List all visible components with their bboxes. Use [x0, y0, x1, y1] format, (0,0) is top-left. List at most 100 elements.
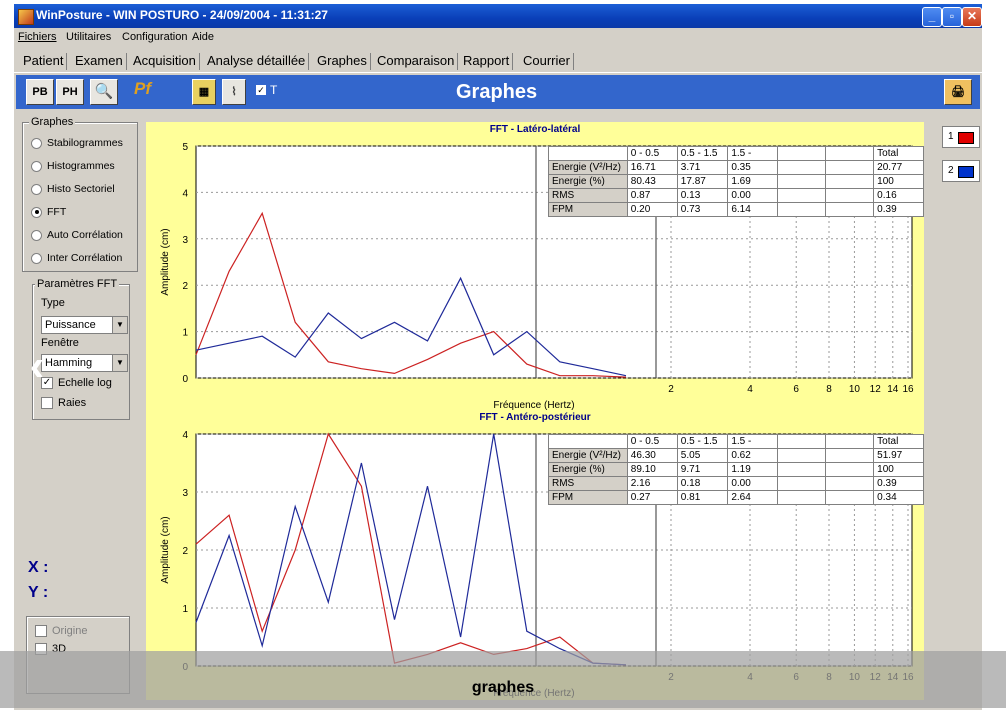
table-cell	[824, 462, 875, 477]
table-cell: 0.16	[873, 188, 924, 203]
origin-checkbox[interactable]: Origine	[35, 625, 88, 638]
table-header-cell: 0 - 0.5	[626, 434, 678, 449]
tab-examen[interactable]: Examen	[72, 53, 127, 70]
x-tick-label: 8	[826, 384, 832, 395]
x-tick-label: 16	[902, 384, 914, 395]
table-cell	[776, 476, 826, 491]
tab-comparaison[interactable]: Comparaison	[374, 53, 459, 70]
table-row: Energie (%) 80.43 17.87 1.69 100	[548, 174, 924, 189]
table-header-cell: 1.5 -	[727, 146, 778, 161]
checkbox-box[interactable]	[35, 625, 47, 638]
radio-fft[interactable]: FFT	[31, 206, 66, 218]
radio-inter-correlation[interactable]: Inter Corrélation	[31, 252, 122, 264]
tab-acquisition[interactable]: Acquisition	[130, 53, 200, 70]
raies-checkbox[interactable]: Raies	[41, 397, 86, 410]
table-cell	[824, 202, 875, 217]
printer-icon: 🖨	[951, 86, 965, 98]
table-cell	[776, 490, 826, 505]
table-cell	[824, 160, 875, 175]
chevron-down-icon[interactable]: ▼	[112, 317, 127, 333]
table-cell: 51.97	[873, 448, 924, 463]
x-readout: X :	[28, 559, 49, 576]
tab-rapport[interactable]: Rapport	[460, 53, 514, 70]
table-cell: 89.10	[626, 462, 678, 477]
ph-button[interactable]: PH	[56, 79, 84, 105]
tab-bar: Patient Examen Acquisition Analyse détai…	[14, 48, 982, 73]
maximize-button[interactable]: ▫	[942, 7, 962, 27]
type-select[interactable]: Puissance ▼	[41, 316, 128, 334]
app-window: WinPosture - WIN POSTURO - 24/09/2004 - …	[14, 4, 982, 710]
next-arrow-icon[interactable]: ›	[976, 336, 1002, 396]
radio-auto-correlation[interactable]: Auto Corrélation	[31, 229, 123, 241]
radio-histo-sectoriel[interactable]: Histo Sectoriel	[31, 183, 115, 195]
y-tick-label: 5	[182, 142, 188, 153]
prev-arrow-icon[interactable]: ‹	[24, 336, 50, 396]
table-cell: 1.19	[727, 462, 778, 477]
t-checkbox[interactable]: ✓	[256, 85, 266, 95]
radio-dot[interactable]	[31, 229, 42, 241]
close-button[interactable]: ✕	[962, 7, 982, 27]
table-header-cell	[824, 434, 875, 449]
series-1-swatch	[958, 132, 974, 144]
tab-patient[interactable]: Patient	[20, 53, 68, 70]
zoom-button[interactable]: 🔍	[90, 79, 118, 105]
table-cell: 0.34	[873, 490, 924, 505]
pb-button[interactable]: PB	[26, 79, 54, 105]
x-tick-label: 6	[793, 384, 799, 395]
title-bar[interactable]: WinPosture - WIN POSTURO - 24/09/2004 - …	[14, 4, 982, 28]
tab-graphes[interactable]: Graphes	[314, 53, 371, 70]
tab-analyse-detaillee[interactable]: Analyse détaillée	[204, 53, 310, 70]
radio-stabilogrammes[interactable]: Stabilogrammes	[31, 137, 123, 149]
origin-label: Origine	[52, 625, 88, 637]
radio-dot-selected[interactable]	[31, 206, 42, 218]
menu-aide[interactable]: Aide	[192, 31, 214, 43]
radio-dot[interactable]	[31, 252, 42, 264]
minimize-button[interactable]: _	[922, 7, 942, 27]
radio-label: Stabilogrammes	[47, 137, 123, 149]
log-scale-label: Echelle log	[58, 377, 112, 389]
radio-label: Auto Corrélation	[47, 229, 123, 241]
calculator-button[interactable]: ▦	[192, 79, 216, 105]
log-scale-checkbox[interactable]: ✓ Echelle log	[41, 377, 112, 390]
series-1-button[interactable]: 1	[942, 126, 980, 148]
table-cell: Energie (V²/Hz)	[548, 448, 628, 463]
radio-dot[interactable]	[31, 137, 42, 149]
graphes-group: Graphes Stabilogrammes Histogrammes Hist…	[22, 116, 138, 272]
checkbox-box[interactable]	[41, 397, 53, 410]
table-cell: 0.35	[727, 160, 778, 175]
table-cell: 0.81	[676, 490, 729, 505]
chart-antero-title: FFT - Antéro-postérieur	[479, 412, 591, 423]
chevron-down-icon[interactable]: ▼	[112, 355, 127, 371]
series-2-label: 2	[948, 165, 954, 176]
table-cell	[824, 490, 875, 505]
table-cell: 1.69	[727, 174, 778, 189]
print-button[interactable]: 🖨	[944, 79, 972, 105]
table-cell	[824, 188, 875, 203]
table-header-cell	[548, 146, 628, 161]
menu-utilitaires[interactable]: Utilitaires	[66, 31, 111, 43]
window-select[interactable]: Hamming ▼	[41, 354, 128, 372]
table-cell: 0.62	[727, 448, 778, 463]
table-cell	[824, 174, 875, 189]
y-axis-label: Amplitude (cm)	[160, 228, 171, 295]
radio-dot[interactable]	[31, 160, 42, 172]
table-header-cell: 1.5 -	[727, 434, 778, 449]
table-cell: FPM	[548, 202, 628, 217]
radio-histogrammes[interactable]: Histogrammes	[31, 160, 115, 172]
fft-params-title: Paramètres FFT	[35, 278, 120, 290]
table-header-cell	[548, 434, 628, 449]
chart-icon: ⌇	[231, 86, 237, 98]
t-checkbox-label: T	[270, 83, 278, 97]
menu-fichiers[interactable]: Fichiers	[18, 31, 57, 43]
chart-button[interactable]: ⌇	[222, 79, 246, 105]
menu-configuration[interactable]: Configuration	[122, 31, 187, 43]
table-cell: 0.20	[626, 202, 678, 217]
table-cell: 0.39	[873, 202, 924, 217]
radio-label: FFT	[47, 206, 67, 218]
series-2-button[interactable]: 2	[942, 160, 980, 182]
table-cell: FPM	[548, 490, 628, 505]
radio-dot[interactable]	[31, 183, 42, 195]
table-cell: 3.71	[676, 160, 729, 175]
radio-label: Inter Corrélation	[47, 252, 123, 264]
tab-courrier[interactable]: Courrier	[520, 53, 574, 70]
